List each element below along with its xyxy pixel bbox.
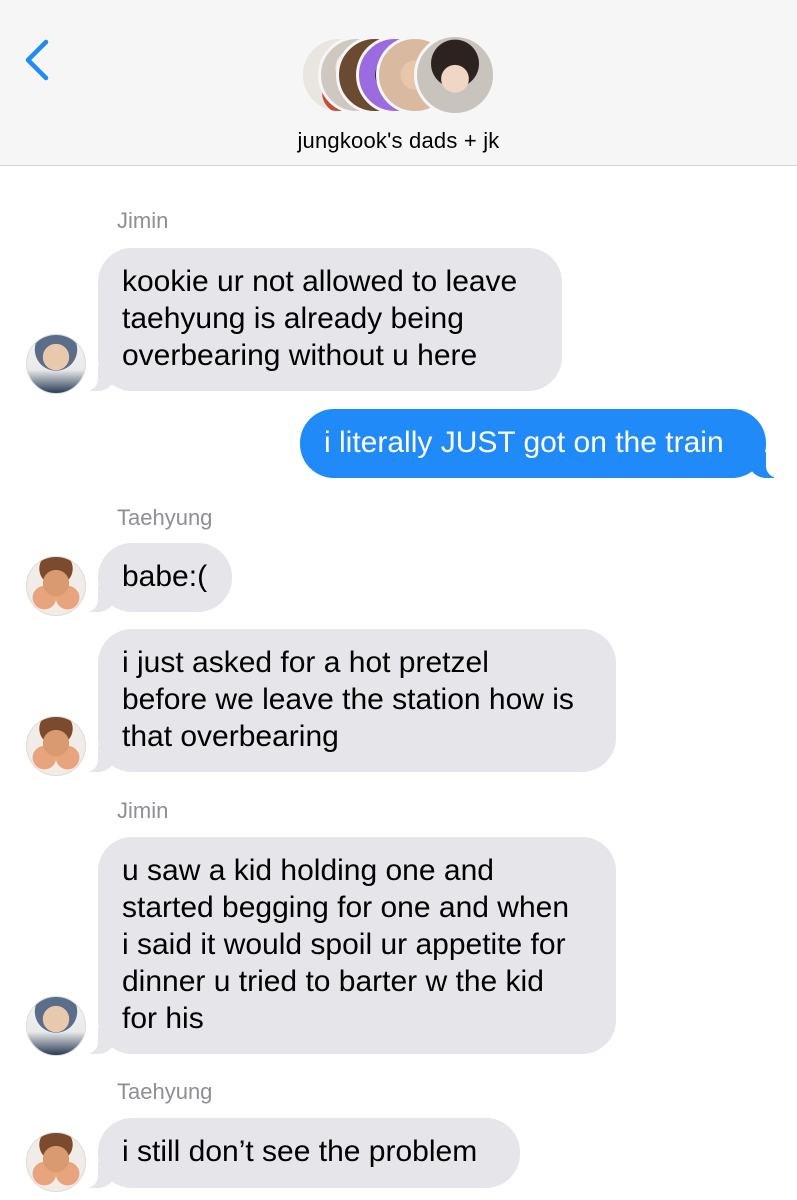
chevron-left-icon [25,39,49,81]
group-avatar-stack[interactable] [300,34,500,116]
jimin-avatar[interactable] [26,996,86,1056]
incoming-message-bubble[interactable]: babe:( [76,543,232,612]
jimin-avatar[interactable] [26,334,86,394]
group-name[interactable]: jungkook's dads + jk [0,128,797,154]
group-member-avatar [414,34,496,116]
incoming-message-bubble[interactable]: i still don’t see the problem [76,1118,520,1188]
sender-name: Jimin [117,208,169,233]
taehyung-avatar[interactable] [26,716,86,776]
back-button[interactable] [20,38,56,82]
outgoing-message-bubble[interactable]: i literally JUST got on the train [300,409,788,478]
incoming-message-bubble[interactable]: i just asked for a hot pretzel before we… [76,629,616,772]
taehyung-avatar[interactable] [26,1132,86,1192]
taehyung-avatar[interactable] [26,556,86,616]
sender-name: Taehyung [117,505,213,530]
chat-header: jungkook's dads + jk [0,0,797,166]
incoming-message-bubble[interactable]: kookie ur not allowed to leave taehyung … [76,248,562,391]
sender-name: Taehyung [117,1079,213,1104]
sender-name: Jimin [117,798,169,823]
incoming-message-bubble[interactable]: u saw a kid holding one and started begg… [76,837,616,1054]
